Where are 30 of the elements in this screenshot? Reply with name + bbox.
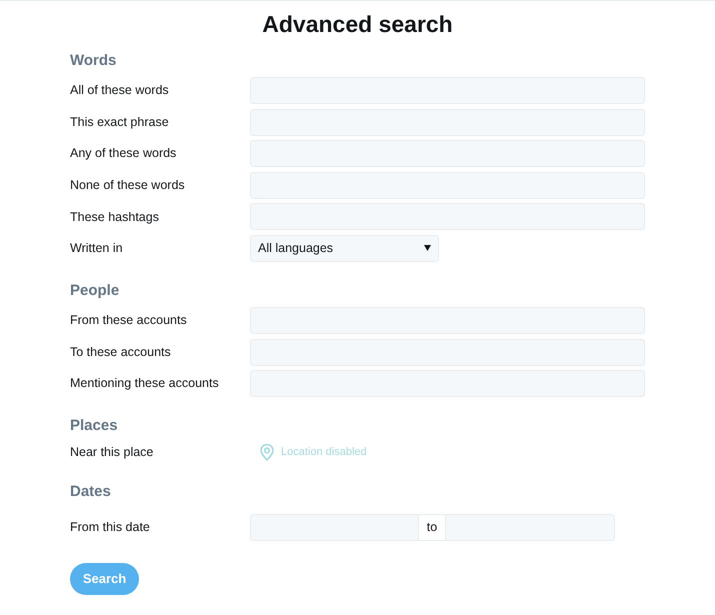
text-field[interactable]	[250, 108, 645, 136]
section-heading: Places	[70, 416, 119, 436]
text-field[interactable]	[250, 172, 645, 199]
field-label: None of these words	[70, 176, 186, 194]
field-label: These hashtags	[70, 208, 160, 226]
field-label: From this date	[70, 519, 151, 536]
end-date-field[interactable]	[445, 514, 615, 542]
text-field[interactable]	[250, 203, 645, 230]
text-field[interactable]	[250, 306, 645, 334]
section-heading: Dates	[70, 482, 112, 502]
field-label: All of these words	[70, 82, 170, 100]
text-field[interactable]	[250, 338, 645, 366]
dropdown-caret-icon	[424, 245, 431, 252]
section-heading: Words	[70, 51, 118, 71]
start-date-field[interactable]	[250, 514, 419, 542]
field-label: To these accounts	[70, 344, 172, 361]
field-label: Written in	[70, 240, 124, 258]
text-field[interactable]	[250, 370, 645, 398]
language-dropdown[interactable]: All languages	[250, 234, 439, 262]
field-label: Any of these words	[70, 145, 178, 162]
section-heading: People	[70, 280, 120, 301]
location-status: Location disabled	[281, 445, 367, 460]
field-label: From these accounts	[70, 312, 188, 330]
field-label: Near this place	[70, 444, 154, 462]
text-field[interactable]	[250, 140, 645, 168]
location-pin-icon	[260, 444, 274, 462]
page-title: Advanced search	[261, 10, 454, 40]
text-field[interactable]	[250, 77, 645, 104]
field-label: This exact phrase	[70, 114, 170, 131]
field-label: Mentioning these accounts	[70, 375, 220, 392]
